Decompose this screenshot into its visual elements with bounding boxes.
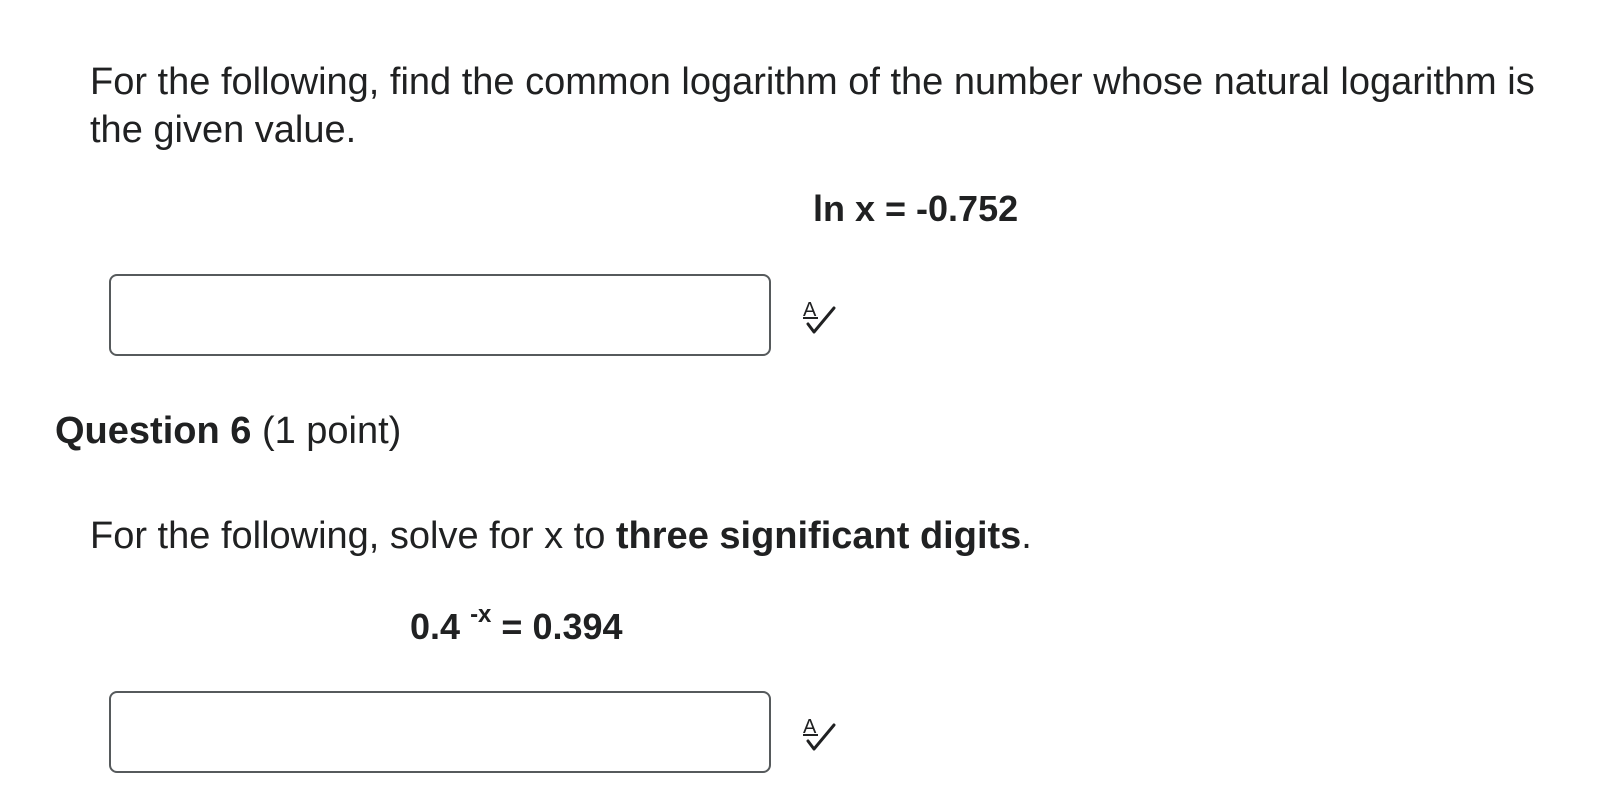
question-6-equation: 0.4 -x = 0.394 [410,603,623,648]
equation-rest: = 0.394 [501,606,623,647]
question-6-prompt: For the following, solve for x to three … [90,515,1032,558]
equation-base: 0.4 [410,606,461,647]
question-6-prompt-end: . [1021,515,1032,557]
question-5-prompt: For the following, find the common logar… [90,61,1535,151]
question-6-answer-input[interactable] [109,691,771,773]
spell-check-icon[interactable]: A [800,713,840,753]
question-6-title: Question 6 [55,410,252,452]
question-6-prompt-emphasis: three significant digits [615,515,1022,557]
question-5-equation: ln x = -0.752 [813,188,1019,229]
question-5-answer-input[interactable] [109,274,771,356]
question-6-prompt-text: For the following, solve for x to [90,515,616,557]
question-6-heading: Question 6 (1 point) [55,410,401,453]
question-6-points: (1 point) [261,410,402,452]
equation-exponent: -x [470,601,492,628]
spell-check-icon[interactable]: A [800,296,840,336]
